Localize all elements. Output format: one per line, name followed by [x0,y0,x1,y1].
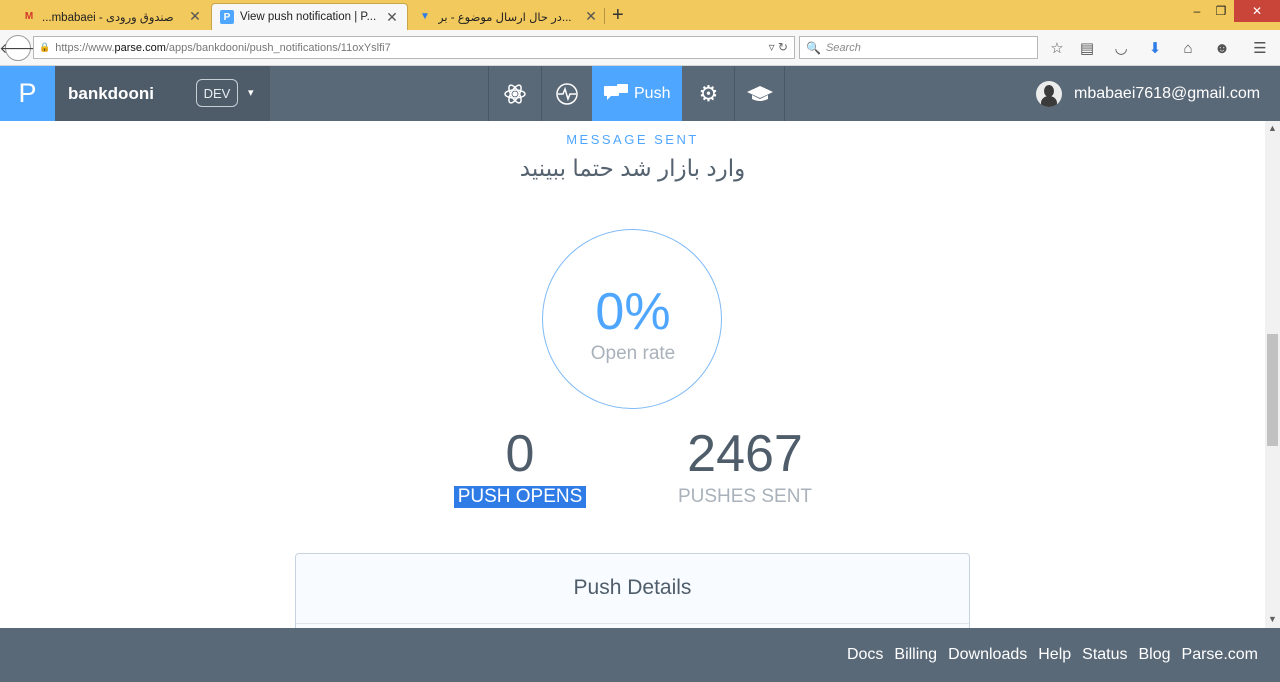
search-icon: 🔍 [806,40,821,55]
scroll-up-icon[interactable]: ▲ [1265,123,1280,133]
parse-logo[interactable]: P [0,66,55,121]
user-email: mbabaei7618@gmail.com [1074,84,1261,102]
tab-separator [604,8,605,24]
tab-title: View push notification | P... [240,11,377,23]
url-prefix: https://www. [55,41,115,54]
reader-view-icon[interactable]: ▤ [1077,38,1097,58]
push-detail-content: MESSAGE SENT وارد بازار شد حتما ببینید 0… [0,121,1265,628]
graduation-cap-icon [746,85,773,101]
push-opens-label: PUSH OPENS [454,486,586,508]
footer-link-docs[interactable]: Docs [847,646,883,664]
new-tab-button[interactable]: + [612,3,624,27]
browser-nav-bar: 🡐 🔒 https://www. parse.com /apps/bankdoo… [0,30,1280,66]
push-message: وارد بازار شد حتما ببینید [519,155,746,181]
search-placeholder: Search [825,41,861,54]
close-tab-icon[interactable]: ✕ [385,9,399,26]
chat-icon[interactable]: ☻ [1212,38,1232,58]
arrow-left-icon: 🡐 [0,39,37,56]
nav-docs[interactable] [734,66,786,121]
menu-icon[interactable]: ☰ [1250,38,1270,58]
section-label: MESSAGE SENT [566,132,699,147]
tab-title: ...در حال ارسال موضوع - بر [438,11,572,24]
gmail-icon: M [24,11,34,22]
app-name: bankdooni [68,83,154,103]
download-icon[interactable]: ⬇ [1145,38,1165,58]
avatar [1036,80,1062,107]
pushes-sent-label: PUSHES SENT [677,486,813,507]
push-details-card: Push Details [295,553,970,628]
back-button[interactable]: 🡐 [0,35,37,61]
nav-push-label: Push [634,84,671,102]
scroll-down-icon[interactable]: ▼ [1265,614,1280,624]
footer-link-blog[interactable]: Blog [1139,646,1171,664]
close-tab-icon[interactable]: ✕ [188,8,202,25]
pushes-sent-value: 2467 [687,425,803,483]
app-footer: Docs Billing Downloads Help Status Blog … [0,628,1280,682]
push-chat-icon [604,83,628,100]
footer-link-status[interactable]: Status [1082,646,1127,664]
open-rate-label: Open rate [590,343,676,364]
browser-tab-gmail[interactable]: M صندوق ورودی - mbabaei... ✕ [14,3,210,30]
nav-push[interactable]: Push [592,66,683,121]
nav-core[interactable] [488,66,541,121]
scrollbar-thumb[interactable] [1267,334,1278,446]
vertical-scrollbar[interactable]: ▲ ▼ [1265,121,1280,628]
footer-links: Docs Billing Downloads Help Status Blog … [836,628,1258,682]
close-tab-icon[interactable]: ✕ [584,8,598,25]
divider [296,623,969,624]
app-header: P bankdooni DEV ▾ Push ⚙ mbabaei7618@gma… [0,66,1280,121]
footer-link-parse[interactable]: Parse.com [1182,646,1258,664]
browser-tab-strip: M صندوق ورودی - mbabaei... ✕ P View push… [0,0,1280,30]
nav-analytics[interactable] [541,66,592,121]
tab-title: صندوق ورودی - mbabaei... [42,11,174,24]
footer-link-billing[interactable]: Billing [894,646,937,664]
restore-button[interactable]: ❐ [1210,0,1232,22]
app-nav: Push ⚙ [488,66,786,121]
url-path: /apps/bankdooni/push_notifications/11oxY… [165,41,391,54]
push-details-title: Push Details [573,576,692,599]
url-host: parse.com [114,41,166,54]
search-input[interactable]: 🔍 Search [799,36,1038,59]
home-icon[interactable]: ⌂ [1178,38,1198,58]
url-bar[interactable]: 🔒 https://www. parse.com /apps/bankdooni… [33,36,795,59]
react-atom-icon [504,83,526,104]
open-rate-value: 0% [595,283,671,341]
minimize-button[interactable]: ‒ [1186,0,1208,22]
open-rate-ring: 0% Open rate [542,229,722,409]
footer-link-help[interactable]: Help [1038,646,1071,664]
footer-link-downloads[interactable]: Downloads [948,646,1027,664]
forum-icon: ▼ [420,11,430,22]
user-menu[interactable]: mbabaei7618@gmail.com [1036,66,1260,121]
gear-icon: ⚙ [698,80,719,106]
chevron-down-icon[interactable]: ▾ [248,86,254,99]
bookmark-star-icon[interactable]: ☆ [1047,38,1067,58]
parse-icon: P [220,10,234,24]
browser-tab-forum[interactable]: ▼ ...در حال ارسال موضوع - بر ✕ [410,3,606,30]
lock-icon: 🔒 [39,42,51,52]
pocket-icon[interactable]: ◡ [1111,38,1131,58]
reload-icon[interactable]: ▿ ↻ [769,40,788,54]
close-window-button[interactable]: ✕ [1234,0,1280,22]
nav-settings[interactable]: ⚙ [682,66,734,121]
app-selector[interactable]: bankdooni DEV ▾ [55,66,270,121]
env-badge: DEV [196,79,238,107]
browser-tab-parse[interactable]: P View push notification | P... ✕ [211,3,408,30]
analytics-pulse-icon [556,82,578,105]
push-opens-value: 0 [505,425,535,483]
